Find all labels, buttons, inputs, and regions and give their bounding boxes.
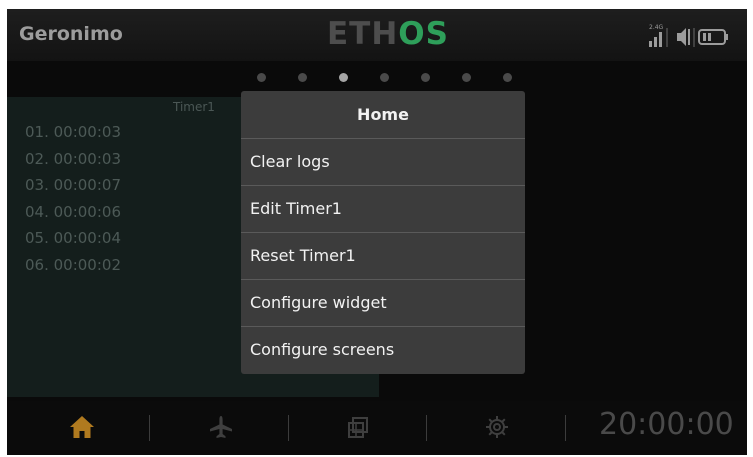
menu-item-configure-screens[interactable]: Configure screens [241, 327, 525, 373]
timer-log-list: 01. 00:00:03 02. 00:00:03 03. 00:00:07 0… [25, 119, 121, 278]
page-dot[interactable] [298, 73, 307, 82]
logo-part-2: OS [398, 16, 449, 52]
log-item: 06. 00:00:02 [25, 255, 121, 274]
radio-band-label: 2.4G [649, 24, 664, 31]
menu-item-clear-logs[interactable]: Clear logs [241, 139, 525, 186]
airplane-icon[interactable] [207, 413, 235, 441]
system-clock: 20:00:00 [599, 407, 734, 442]
page-dot[interactable] [380, 73, 389, 82]
log-item: 03. 00:00:07 [25, 176, 121, 194]
home-icon[interactable] [68, 413, 96, 441]
menu-item-edit-timer[interactable]: Edit Timer1 [241, 186, 525, 233]
model-name[interactable]: Geronimo [19, 23, 123, 45]
page-dot[interactable] [339, 73, 348, 82]
signal-icon: 2.4G [649, 24, 664, 47]
radio-screen: Geronimo ETHOS 2.4G Timer1 01. 00:00:03 … [7, 9, 747, 455]
bottom-nav-bar: 20:00:00 [7, 401, 747, 455]
log-item: 01. 00:00:03 [25, 123, 121, 141]
widget-title: Timer1 [173, 100, 215, 114]
log-item: 05. 00:00:04 [25, 229, 121, 247]
log-item: 02. 00:00:03 [25, 149, 121, 168]
status-icons: 2.4G [639, 23, 739, 49]
page-dot[interactable] [503, 73, 512, 82]
page-dot[interactable] [421, 73, 430, 82]
page-indicator[interactable] [257, 73, 517, 83]
nav-divider [288, 415, 289, 441]
volume-icon [677, 28, 690, 46]
logo-part-1: ETH [327, 16, 399, 52]
page-dot[interactable] [257, 73, 266, 82]
nav-divider [149, 415, 150, 441]
ethos-logo: ETHOS [327, 16, 449, 52]
gear-icon[interactable] [483, 413, 511, 441]
battery-icon [698, 29, 728, 45]
log-item: 04. 00:00:06 [25, 202, 121, 221]
home-context-menu: Home Clear logs Edit Timer1 Reset Timer1… [241, 91, 525, 374]
menu-item-reset-timer[interactable]: Reset Timer1 [241, 233, 525, 280]
nav-divider [426, 415, 427, 441]
top-bar: Geronimo ETHOS 2.4G [7, 9, 747, 61]
screens-icon[interactable] [344, 413, 372, 441]
nav-divider [565, 415, 566, 441]
menu-item-configure-widget[interactable]: Configure widget [241, 280, 525, 327]
menu-title: Home [241, 91, 525, 139]
page-dot[interactable] [462, 73, 471, 82]
